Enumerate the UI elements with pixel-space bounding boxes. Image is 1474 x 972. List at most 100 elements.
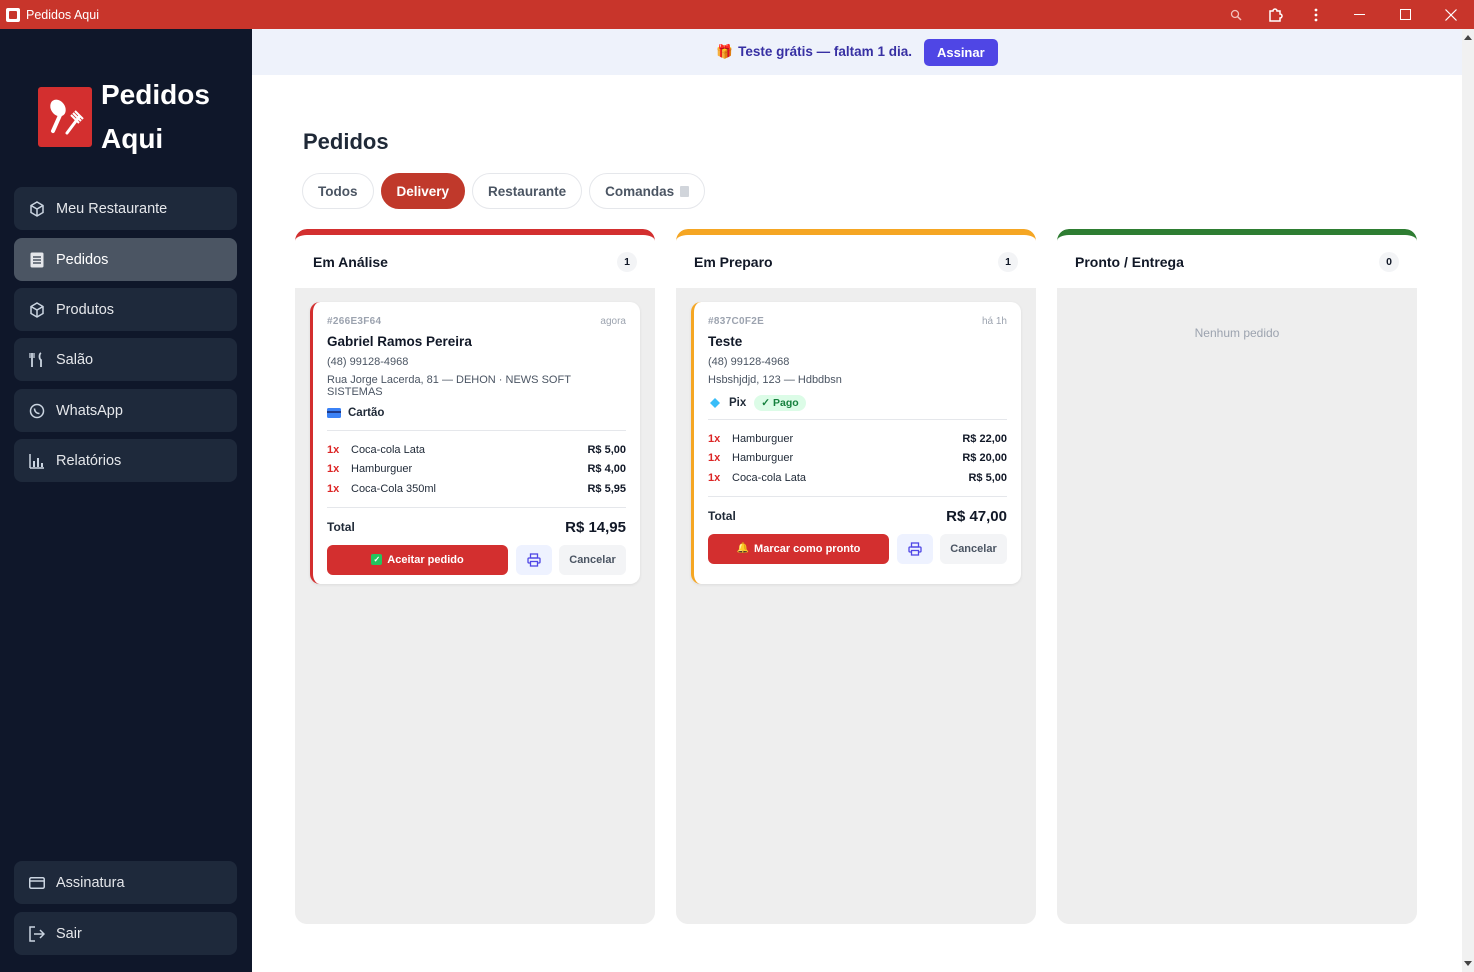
list-icon [28, 251, 46, 269]
sidebar-item-label: Relatórios [56, 452, 122, 469]
print-button[interactable] [897, 533, 933, 564]
tab-todos[interactable]: Todos [302, 173, 374, 209]
order-type-tabs: Todos Delivery Restaurante Comandas [302, 173, 712, 209]
title-bar: Pedidos Aqui [0, 0, 1474, 29]
sidebar-item-sair[interactable]: Sair [14, 912, 237, 955]
item-qty: 1x [327, 482, 340, 495]
order-time: agora [600, 316, 626, 327]
tab-delivery[interactable]: Delivery [380, 173, 466, 209]
list-item: 1x Coca-Cola 350ml R$ 5,95 [327, 479, 626, 499]
accept-order-button[interactable]: ✓ Aceitar pedido [327, 544, 508, 575]
divider [708, 419, 1007, 420]
column-header: Pronto / Entrega 0 [1057, 229, 1417, 288]
minimize-icon[interactable] [1336, 0, 1382, 29]
brand-logo[interactable]: Pedidos Aqui [38, 79, 210, 161]
column-title: Em Análise [313, 253, 388, 270]
sidebar-item-pedidos[interactable]: Pedidos [14, 238, 237, 281]
extensions-icon[interactable] [1256, 0, 1296, 29]
order-items: 1x Hamburguer R$ 22,00 1x Hamburguer R$ … [708, 429, 1007, 488]
check-icon: ✓ [371, 554, 383, 565]
item-name: Coca-cola Lata [732, 471, 806, 484]
tab-comandas[interactable]: Comandas [589, 173, 706, 209]
item-name: Coca-Cola 350ml [351, 482, 436, 495]
sidebar-item-produtos[interactable]: Produtos [14, 288, 237, 331]
window-title: Pedidos Aqui [26, 7, 99, 22]
total-label: Total [708, 509, 736, 523]
empty-state-text: Nenhum pedido [1194, 326, 1280, 340]
zoom-icon[interactable] [1216, 0, 1256, 29]
trial-text: 🎁 Teste grátis — faltam 1 dia. [716, 44, 912, 60]
print-button[interactable] [516, 544, 552, 575]
cancel-order-button[interactable]: Cancelar [940, 533, 1007, 564]
column-title: Pronto / Entrega [1075, 253, 1184, 270]
scroll-down-icon[interactable] [1464, 961, 1472, 966]
sidebar-item-whatsapp[interactable]: WhatsApp [14, 389, 237, 432]
brand-name-line1: Pedidos [101, 79, 210, 110]
payment-method: Pix ✓ Pago [708, 395, 1007, 411]
logout-icon [28, 925, 46, 943]
column-count-badge: 0 [1379, 251, 1399, 272]
order-card[interactable]: #837C0F2E há 1h Teste (48) 99128-4968 Hs… [691, 302, 1021, 584]
close-icon[interactable] [1428, 0, 1474, 29]
order-card[interactable]: #266E3F64 agora Gabriel Ramos Pereira (4… [310, 302, 640, 584]
item-qty: 1x [327, 443, 340, 456]
item-price: R$ 5,95 [587, 482, 626, 495]
scrollbar[interactable] [1462, 29, 1474, 972]
customer-name: Gabriel Ramos Pereira [327, 334, 472, 349]
scroll-up-icon[interactable] [1464, 35, 1472, 40]
column-title: Em Preparo [694, 253, 773, 270]
item-qty: 1x [708, 452, 721, 465]
list-item: 1x Coca-cola Lata R$ 5,00 [327, 440, 626, 460]
button-label: Aceitar pedido [387, 553, 464, 566]
item-qty: 1x [327, 463, 340, 476]
customer-name: Teste [708, 334, 743, 349]
sidebar-item-relatorios[interactable]: Relatórios [14, 439, 237, 482]
customer-address: Hsbshjdjd, 123 — Hdbdbsn [708, 374, 842, 386]
page-title: Pedidos [303, 129, 389, 154]
payment-method: Cartão [327, 407, 626, 419]
item-name: Hamburguer [351, 463, 413, 476]
sidebar-item-meu-restaurante[interactable]: Meu Restaurante [14, 187, 237, 230]
tab-label: Delivery [396, 183, 450, 199]
sidebar-item-salao[interactable]: Salão [14, 338, 237, 381]
list-item: 1x Hamburguer R$ 20,00 [708, 449, 1007, 469]
item-price: R$ 5,00 [587, 443, 626, 456]
more-menu-icon[interactable] [1296, 0, 1336, 29]
tab-restaurante[interactable]: Restaurante [472, 173, 583, 209]
box-icon [28, 301, 46, 319]
maximize-icon[interactable] [1382, 0, 1428, 29]
cancel-order-button[interactable]: Cancelar [559, 544, 626, 575]
total-value: R$ 47,00 [946, 507, 1007, 525]
item-price: R$ 4,00 [587, 463, 626, 476]
subscribe-button[interactable]: Assinar [923, 38, 998, 66]
order-actions: 🔔 Marcar como pronto Cancelar [708, 533, 1007, 564]
printer-icon [908, 541, 922, 556]
trial-prefix: Teste grátis — faltam [738, 44, 878, 59]
pix-icon [710, 398, 720, 408]
item-qty: 1x [708, 432, 721, 445]
total-row: Total R$ 47,00 [708, 508, 1007, 525]
total-label: Total [327, 520, 355, 534]
divider [327, 430, 626, 431]
divider [327, 506, 626, 508]
order-id: #266E3F64 [327, 316, 382, 327]
order-id: #837C0F2E [708, 316, 765, 327]
bell-icon: 🔔 [736, 543, 750, 554]
tab-label: Todos [318, 183, 358, 199]
sidebar-item-assinatura[interactable]: Assinatura [14, 861, 237, 904]
item-name: Hamburguer [732, 432, 794, 445]
sidebar: Pedidos Aqui Meu Restaurante Pedidos Pro… [0, 29, 252, 972]
column-count-badge: 1 [617, 251, 637, 272]
sidebar-item-label: Salão [56, 351, 94, 368]
trial-banner: 🎁 Teste grátis — faltam 1 dia. Assinar [252, 29, 1462, 75]
tab-label: Restaurante [488, 183, 567, 199]
item-qty: 1x [708, 471, 721, 484]
column-count-badge: 1 [998, 251, 1018, 272]
spoon-fork-icon [38, 87, 92, 147]
main-content: 🎁 Teste grátis — faltam 1 dia. Assinar Pe… [252, 29, 1462, 972]
mark-ready-button[interactable]: 🔔 Marcar como pronto [708, 533, 889, 564]
sidebar-item-label: Meu Restaurante [56, 200, 168, 217]
list-item: 1x Hamburguer R$ 22,00 [708, 429, 1007, 449]
window-controls [1216, 0, 1474, 29]
list-item: 1x Hamburguer R$ 4,00 [327, 460, 626, 480]
